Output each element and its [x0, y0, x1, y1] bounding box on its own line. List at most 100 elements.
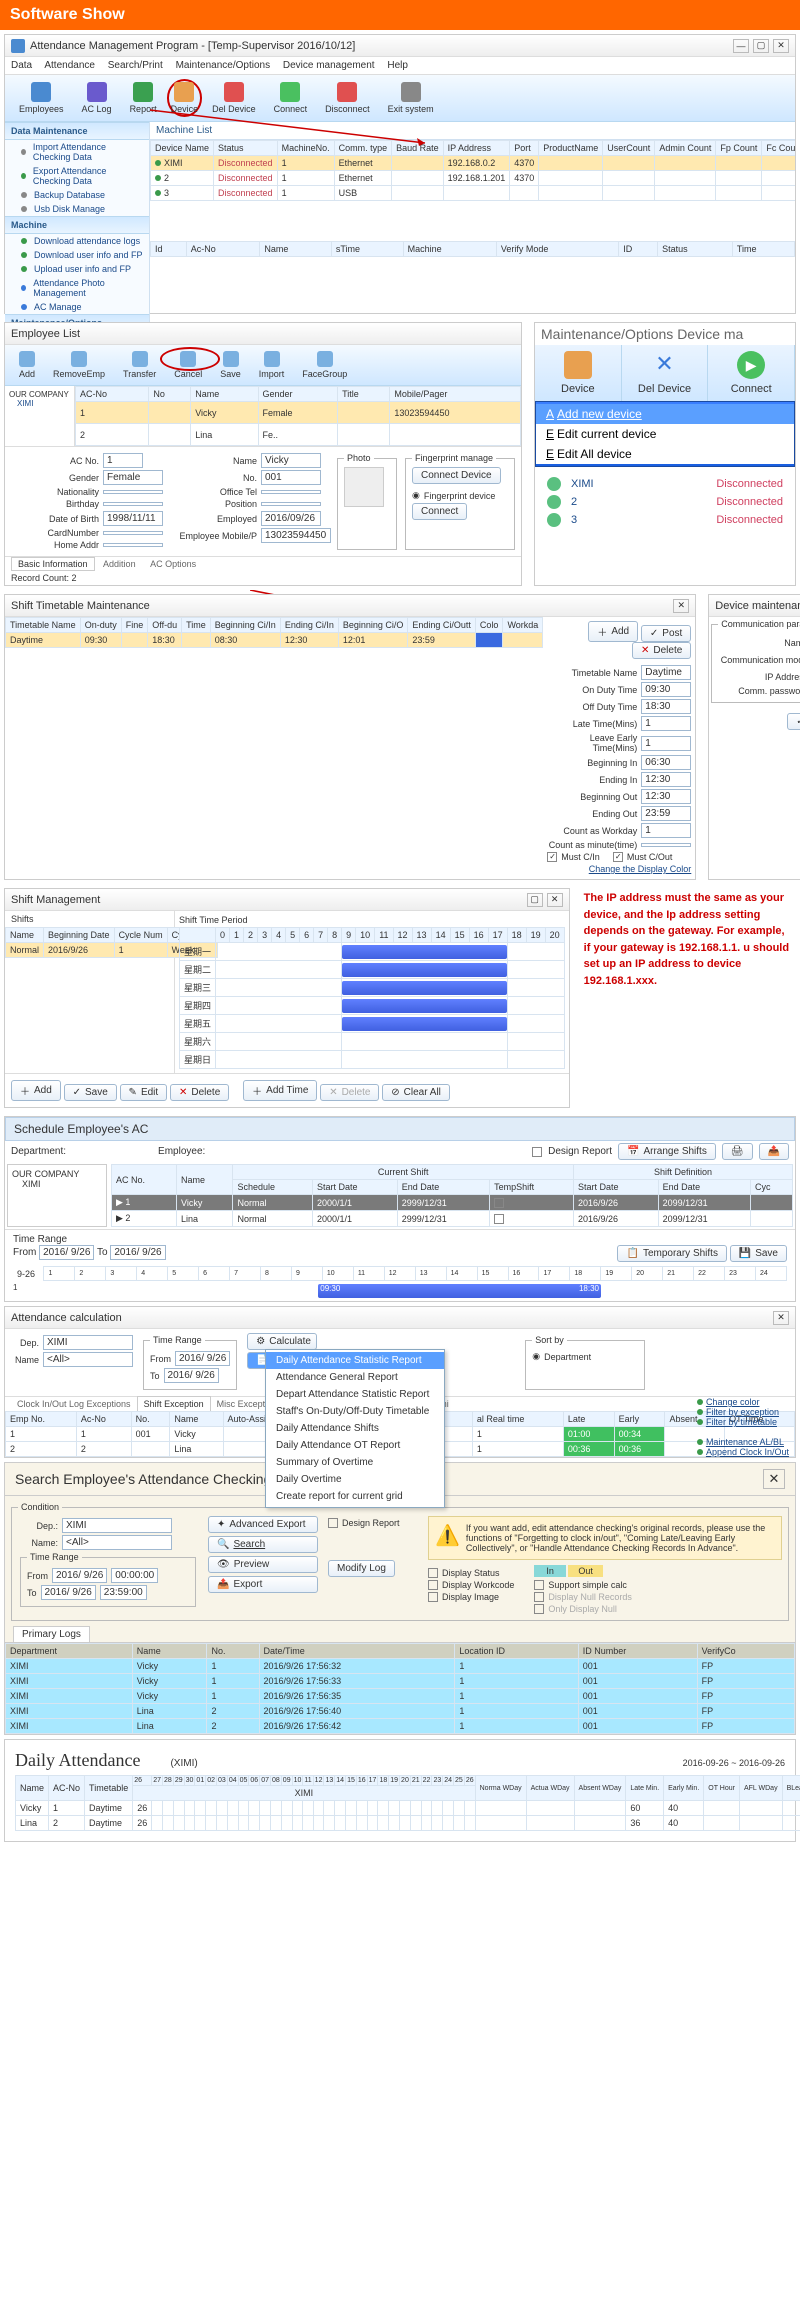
report-menu-item[interactable]: Daily Attendance OT Report — [266, 1437, 444, 1454]
ximi-node[interactable]: XIMI — [9, 399, 70, 408]
ac-sort-dep[interactable]: Department — [544, 1352, 591, 1362]
emp-tbtn[interactable]: Import — [251, 349, 293, 381]
dob-input[interactable]: 1998/11/11 — [103, 511, 163, 526]
sr-to[interactable]: 2016/ 9/26 — [41, 1585, 96, 1600]
sr-row[interactable]: XIMILina22016/9/26 17:56:421001FP — [6, 1719, 795, 1734]
sm-save[interactable]: ✓ Save — [64, 1084, 117, 1101]
gender-select[interactable]: Female — [103, 470, 163, 485]
ac-to[interactable]: 2016/ 9/26 — [164, 1368, 219, 1383]
emp-tbtn[interactable]: FaceGroup — [294, 349, 355, 381]
menu-maint[interactable]: Maintenance/Options — [176, 60, 271, 71]
ac-from[interactable]: 2016/ 9/26 — [175, 1351, 230, 1366]
company-node[interactable]: OUR COMPANY — [9, 390, 70, 399]
stt-close[interactable]: ✕ — [673, 599, 689, 613]
sr-ft[interactable]: 00:00:00 — [111, 1568, 158, 1583]
connect-big-btn[interactable]: ▶Connect — [708, 345, 795, 401]
sm-max[interactable]: ▢ — [527, 893, 543, 907]
machine-list-tab[interactable]: Machine List — [150, 122, 795, 140]
ac-calc-btn[interactable]: ⚙ Calculate — [247, 1333, 317, 1350]
mob-input[interactable]: 13023594450 — [261, 528, 331, 543]
emp-tbtn[interactable]: RemoveEmp — [45, 349, 113, 381]
deldevice-btn[interactable]: Del Device — [204, 80, 264, 116]
se-print-btn[interactable]: 🖨 — [722, 1143, 753, 1160]
se-row[interactable]: ▶ 2LinaNormal2000/1/12999/12/312016/9/26… — [112, 1211, 793, 1227]
dm-ok-btn[interactable]: ✓ OK — [787, 713, 800, 730]
stt-delete[interactable]: ✕ Delete — [632, 642, 691, 659]
empd-input[interactable]: 2016/09/26 — [261, 511, 321, 526]
report-menu-item[interactable]: Create report for current grid — [266, 1488, 444, 1505]
stt-color-link[interactable]: Change the Display Color — [589, 864, 692, 874]
se-to-input[interactable]: 2016/ 9/26 — [110, 1245, 165, 1260]
sr-row[interactable]: XIMIVicky12016/9/26 17:56:331001FP — [6, 1674, 795, 1689]
stt-begin_out[interactable]: 12:30 — [641, 789, 691, 804]
sr-design-chk[interactable] — [328, 1518, 338, 1528]
emp-row[interactable]: 1VickyFemale13023594450 — [76, 402, 521, 424]
emp-tbtn[interactable]: Add — [11, 349, 43, 381]
minimize-btn[interactable]: — — [733, 39, 749, 53]
side-group[interactable]: Data Maintenance — [5, 122, 149, 140]
menu-search[interactable]: Search/Print — [108, 60, 163, 71]
tab-addition[interactable]: Addition — [97, 558, 142, 570]
pos-input[interactable] — [261, 502, 321, 506]
aclog-btn[interactable]: AC Log — [74, 80, 120, 116]
sr-primary-tab[interactable]: Primary Logs — [13, 1626, 90, 1642]
sm-add[interactable]: ＋ Add — [11, 1080, 61, 1101]
se-from-input[interactable]: 2016/ 9/26 — [39, 1245, 94, 1260]
connect-btn2[interactable]: Connect — [412, 503, 467, 520]
sm-close[interactable]: ✕ — [547, 893, 563, 907]
dev-zoom-row[interactable]: 3Disconnected — [539, 511, 791, 529]
ac-close[interactable]: ✕ — [773, 1311, 789, 1325]
ac-tab[interactable]: Clock In/Out Log Exceptions — [11, 1397, 137, 1411]
sr-close[interactable]: ✕ — [763, 1469, 785, 1489]
emp-row[interactable]: 2LinaFe.. — [76, 424, 521, 446]
sm-addtime[interactable]: ＋ Add Time — [243, 1080, 317, 1101]
report-menu-item[interactable]: Daily Attendance Shifts — [266, 1420, 444, 1437]
sr-disp-status[interactable] — [428, 1568, 438, 1578]
ac-side-link[interactable]: Append Clock In/Out — [697, 1447, 789, 1457]
machine-row[interactable]: 2Disconnected1Ethernet192.168.1.2014370 — [151, 171, 796, 186]
sr-export-btn[interactable]: 📤 Export — [208, 1576, 318, 1593]
stt-post[interactable]: ✓ Post — [641, 625, 691, 642]
side-item[interactable]: Usb Disk Manage — [5, 202, 149, 216]
sm-del[interactable]: ✕ Delete — [170, 1084, 229, 1101]
menubar[interactable]: Data Attendance Search/Print Maintenance… — [5, 57, 795, 75]
stt-late[interactable]: 1 — [641, 716, 691, 731]
report-menu-item[interactable]: Attendance General Report — [266, 1369, 444, 1386]
ac-side-link[interactable]: Filter by timetable — [697, 1417, 789, 1427]
side-item[interactable]: Download attendance logs — [5, 234, 149, 248]
otel-input[interactable] — [261, 490, 321, 494]
side-group[interactable]: Machine — [5, 216, 149, 234]
stt-cout-chk[interactable] — [613, 852, 623, 862]
sr-preview-btn[interactable]: 👁 Preview — [208, 1556, 318, 1573]
report-menu-item[interactable]: Depart Attendance Statistic Report — [266, 1386, 444, 1403]
side-item[interactable]: AC Manage — [5, 300, 149, 314]
card-input[interactable] — [103, 531, 163, 535]
se-save-btn[interactable]: 💾 Save — [730, 1245, 787, 1262]
se-row[interactable]: ▶ 1VickyNormal2000/1/12999/12/312016/9/2… — [112, 1195, 793, 1211]
se-export-btn[interactable]: 📤 — [759, 1143, 789, 1160]
se-sub[interactable]: XIMI — [12, 1179, 102, 1189]
stt-count_wd[interactable]: 1 — [641, 823, 691, 838]
sr-grid[interactable]: DepartmentNameNo.Date/TimeLocation IDID … — [5, 1643, 795, 1734]
stt-cin-chk[interactable] — [547, 852, 557, 862]
deldevice-big-btn[interactable]: ✕Del Device — [622, 345, 709, 401]
ac-tab[interactable]: Shift Exception — [137, 1396, 211, 1411]
connect-btn[interactable]: Connect — [266, 80, 316, 116]
tab-acopt[interactable]: AC Options — [144, 558, 202, 570]
stt-tt_name[interactable]: Daytime — [641, 665, 691, 680]
emp-tbtn[interactable]: Transfer — [115, 349, 164, 381]
exit-btn[interactable]: Exit system — [380, 80, 442, 116]
disconnect-btn[interactable]: Disconnect — [317, 80, 378, 116]
dev-zoom-row[interactable]: XIMIDisconnected — [539, 475, 791, 493]
dd-editall[interactable]: EEdit All device — [536, 444, 794, 464]
sr-row[interactable]: XIMIVicky12016/9/26 17:56:351001FP — [6, 1689, 795, 1704]
sr-from[interactable]: 2016/ 9/26 — [52, 1568, 107, 1583]
sr-row[interactable]: XIMILina22016/9/26 17:56:401001FP — [6, 1704, 795, 1719]
close-btn[interactable]: ✕ — [773, 39, 789, 53]
stt-count_min[interactable] — [641, 843, 691, 847]
menu-device[interactable]: Device management — [283, 60, 375, 71]
device-big-btn[interactable]: Device — [535, 345, 622, 401]
employees-btn[interactable]: Employees — [11, 80, 72, 116]
ac-side-link[interactable]: Change color — [697, 1397, 789, 1407]
ac-name-sel[interactable]: <All> — [43, 1352, 133, 1367]
